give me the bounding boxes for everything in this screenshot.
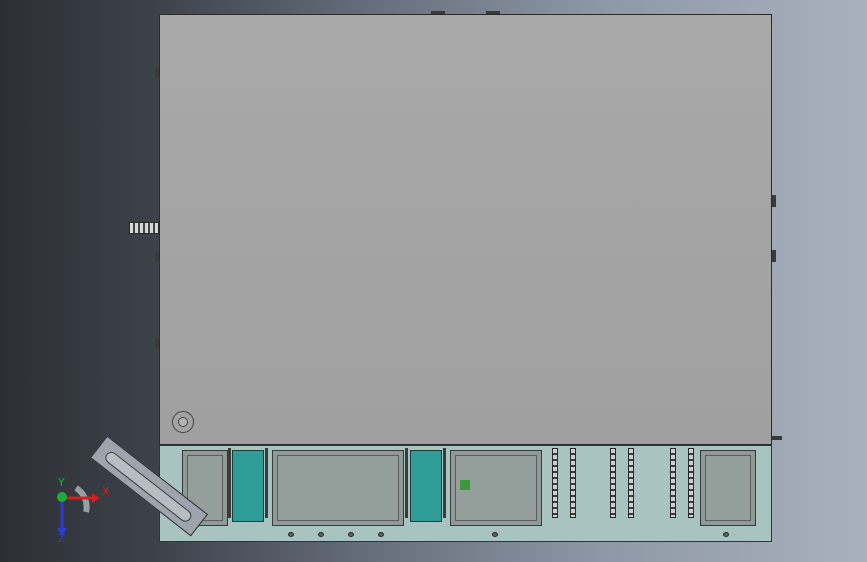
teal-module[interactable] [410, 450, 442, 522]
green-connector [460, 480, 470, 490]
rail [443, 448, 446, 518]
z-axis-label: Z [58, 532, 66, 545]
top-cover-panel[interactable] [159, 14, 772, 445]
base-frame[interactable] [159, 445, 772, 542]
mount-hole [378, 532, 384, 537]
side-connector[interactable] [129, 222, 159, 234]
x-axis-label: X [102, 485, 110, 498]
rail [228, 448, 231, 518]
rail [265, 448, 268, 518]
linear-guide [670, 448, 676, 518]
linear-guide [570, 448, 576, 518]
mount-hole [348, 532, 354, 537]
linear-guide [552, 448, 558, 518]
linear-guide [688, 448, 694, 518]
module-bay[interactable] [700, 450, 756, 526]
linear-guide [610, 448, 616, 518]
mount-hole [492, 532, 498, 537]
mount-hole [723, 532, 729, 537]
mount-hole [288, 532, 294, 537]
right-tab [772, 250, 776, 262]
rail [405, 448, 408, 518]
right-tab [772, 195, 776, 207]
mount-hole [318, 532, 324, 537]
linear-guide [628, 448, 634, 518]
triad-icon: X Y Z [46, 476, 116, 545]
right-tab [772, 436, 782, 440]
module-bay[interactable] [272, 450, 404, 526]
circle-knob-icon[interactable] [172, 411, 194, 433]
cad-viewport[interactable]: X Y Z [0, 0, 867, 562]
teal-module[interactable] [232, 450, 264, 522]
y-axis-label: Y [58, 476, 65, 489]
